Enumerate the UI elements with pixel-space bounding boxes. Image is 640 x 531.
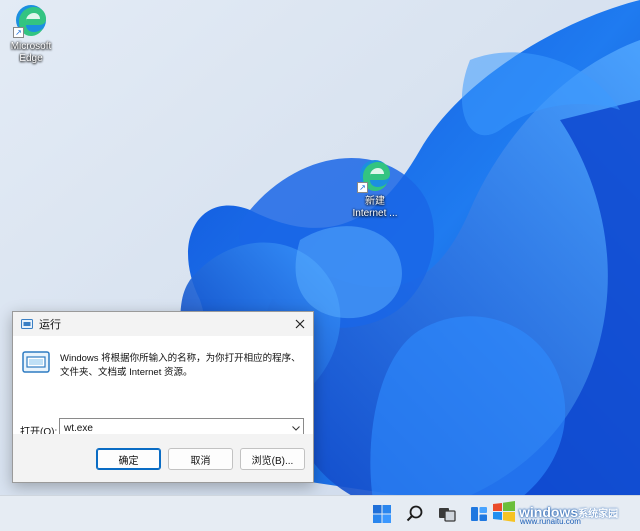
shortcut-arrow-icon: ↗ — [357, 182, 368, 193]
dialog-footer: 确定 取消 浏览(B)... — [13, 434, 313, 482]
edge-icon: ↗ — [357, 157, 393, 193]
widgets-button[interactable] — [467, 502, 491, 526]
ok-button[interactable]: 确定 — [96, 448, 161, 470]
desktop-icon-label: 新建 Internet ... — [352, 196, 398, 219]
run-program-icon — [22, 351, 50, 373]
start-button[interactable] — [370, 502, 394, 526]
cancel-button[interactable]: 取消 — [168, 448, 233, 470]
dialog-body: Windows 将根据你所输入的名称，为你打开相应的程序、文件夹、文档或 Int… — [13, 336, 313, 439]
watermark-cn: 系统家园 — [578, 508, 619, 520]
close-icon — [295, 319, 305, 329]
search-button[interactable] — [403, 502, 427, 526]
start-icon — [373, 505, 391, 523]
shortcut-arrow-icon: ↗ — [13, 27, 24, 38]
task-view-icon — [439, 508, 456, 522]
dialog-description: Windows 将根据你所输入的名称，为你打开相应的程序、文件夹、文档或 Int… — [60, 353, 301, 378]
windows-logo-icon — [492, 500, 516, 524]
browse-button[interactable]: 浏览(B)... — [240, 448, 305, 470]
desktop-icon-label: Microsoft Edge — [10, 41, 52, 64]
widgets-icon — [471, 507, 487, 521]
site-watermark: windows 系统家园 www.runaitu.com — [492, 497, 638, 527]
run-dialog: 运行 Windows 将根据你所输入的名称，为你打开相应的程序、文件夹、文档或 … — [12, 311, 314, 483]
task-view-button[interactable] — [435, 502, 459, 526]
desktop-icon-new-internet[interactable]: ↗ 新建 Internet ... — [344, 157, 406, 220]
open-input[interactable]: wt.exe — [60, 423, 289, 434]
search-icon — [406, 505, 423, 522]
desktop-icon-microsoft-edge[interactable]: ↗ Microsoft Edge — [0, 2, 62, 65]
run-app-icon — [21, 319, 33, 329]
watermark-url: www.runaitu.com — [520, 517, 581, 526]
edge-icon: ↗ — [13, 2, 49, 38]
dialog-title: 运行 — [39, 318, 61, 331]
chevron-down-icon — [292, 425, 300, 431]
dialog-titlebar[interactable]: 运行 — [13, 312, 313, 336]
close-button[interactable] — [289, 314, 311, 334]
